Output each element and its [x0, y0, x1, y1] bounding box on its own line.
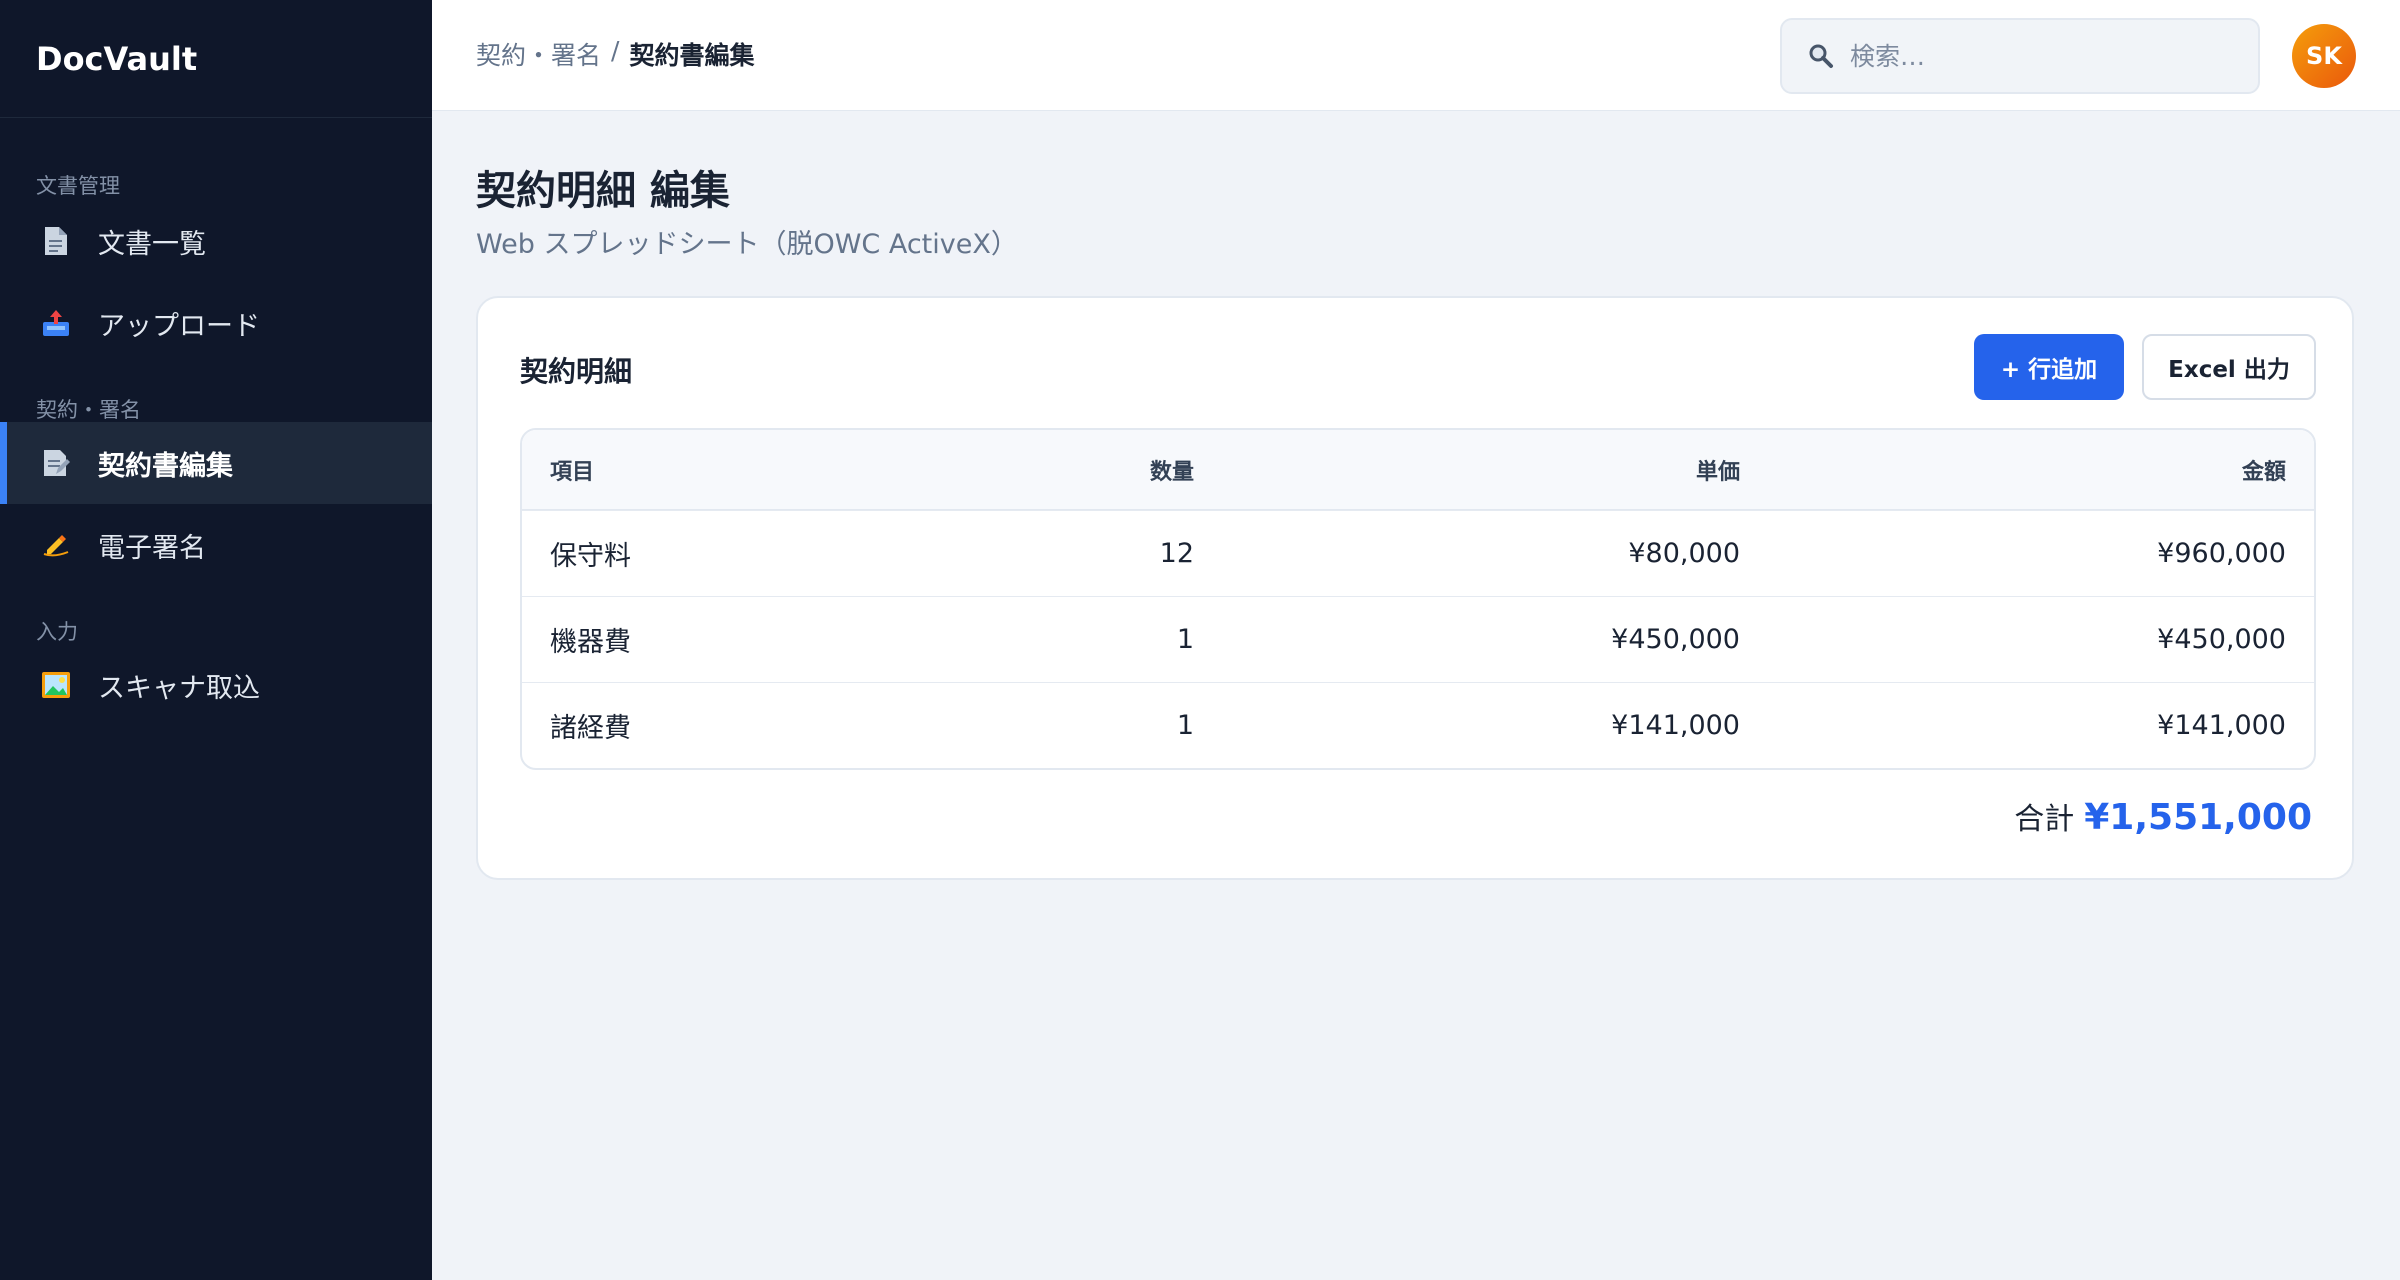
table-row: 保守料 12 ¥80,000 ¥960,000	[522, 510, 2314, 596]
sidebar-item-label: 電子署名	[98, 532, 206, 564]
sidebar-item-document-list[interactable]: 文書一覧	[0, 200, 432, 282]
cell-unit-price[interactable]: ¥450,000	[1194, 624, 1740, 655]
page-title: 契約明細 編集	[476, 168, 730, 214]
cell-amount[interactable]: ¥141,000	[1740, 710, 2286, 741]
cell-item[interactable]: 機器費	[522, 620, 1042, 659]
breadcrumb-separator: /	[611, 36, 620, 65]
search-box[interactable]	[1780, 18, 2260, 94]
cell-unit-price[interactable]: ¥141,000	[1194, 710, 1740, 741]
breadcrumb-parent[interactable]: 契約・署名	[476, 36, 601, 72]
sidebar-item-scanner-import[interactable]: スキャナ取込	[0, 644, 432, 726]
cell-amount[interactable]: ¥450,000	[1740, 624, 2286, 655]
document-icon	[40, 225, 72, 257]
card-title: 契約明細	[520, 355, 633, 388]
add-row-button[interactable]: + 行追加	[1974, 334, 2124, 400]
nav-section-input: 入力	[36, 620, 78, 644]
sidebar-item-contract-edit[interactable]: 契約書編集	[0, 422, 432, 504]
excel-export-button[interactable]: Excel 出力	[2142, 334, 2316, 400]
search-input[interactable]	[1850, 41, 2230, 71]
search-icon	[1806, 41, 1836, 71]
column-header-quantity[interactable]: 数量	[1042, 454, 1194, 486]
spreadsheet-table: 項目 数量 単価 金額 保守料 12 ¥80,000 ¥960,000 機器費 …	[520, 428, 2316, 770]
sidebar-item-label: 契約書編集	[98, 450, 233, 482]
cell-unit-price[interactable]: ¥80,000	[1194, 538, 1740, 569]
cell-quantity[interactable]: 12	[1042, 538, 1194, 569]
signature-hand-icon	[40, 529, 72, 561]
cell-item[interactable]: 保守料	[522, 534, 1042, 573]
sidebar-item-label: スキャナ取込	[98, 672, 260, 704]
breadcrumb: 契約・署名 / 契約書編集	[476, 36, 754, 72]
sidebar-item-upload[interactable]: アップロード	[0, 282, 432, 364]
nav-section-contract-signature: 契約・署名	[36, 398, 141, 422]
upload-tray-icon	[40, 307, 72, 339]
breadcrumb-current: 契約書編集	[629, 41, 755, 70]
total-label: 合計	[2014, 802, 2075, 837]
image-icon	[40, 669, 72, 701]
cell-item[interactable]: 諸経費	[522, 706, 1042, 745]
avatar[interactable]: SK	[2292, 24, 2356, 88]
total-summary: 合計 ¥1,551,000	[2014, 794, 2312, 838]
cell-quantity[interactable]: 1	[1042, 624, 1194, 655]
column-header-amount[interactable]: 金額	[1740, 454, 2286, 486]
cell-amount[interactable]: ¥960,000	[1740, 538, 2286, 569]
table-row: 機器費 1 ¥450,000 ¥450,000	[522, 596, 2314, 682]
column-header-unit-price[interactable]: 単価	[1194, 454, 1740, 486]
table-row: 諸経費 1 ¥141,000 ¥141,000	[522, 682, 2314, 768]
sidebar-item-e-signature[interactable]: 電子署名	[0, 504, 432, 586]
nav-section-document-management: 文書管理	[36, 174, 120, 198]
page-subtitle: Web スプレッドシート（脱OWC ActiveX）	[476, 229, 1018, 260]
total-value: ¥1,551,000	[2084, 797, 2312, 838]
sidebar: DocVault 文書管理 文書一覧 アップロード 契約・署名 契約書編集 電子…	[0, 0, 432, 1280]
cell-quantity[interactable]: 1	[1042, 710, 1194, 741]
topbar: 契約・署名 / 契約書編集 SK	[432, 0, 2400, 111]
column-header-item[interactable]: 項目	[522, 454, 1042, 486]
brand-logo[interactable]: DocVault	[0, 0, 432, 118]
table-header-row: 項目 数量 単価 金額	[522, 430, 2314, 510]
contract-details-card: 契約明細 + 行追加 Excel 出力 項目 数量 単価 金額 保守料 12 ¥…	[476, 296, 2354, 880]
contract-edit-icon	[40, 447, 72, 479]
sidebar-item-label: 文書一覧	[98, 228, 206, 260]
sidebar-item-label: アップロード	[98, 310, 260, 342]
